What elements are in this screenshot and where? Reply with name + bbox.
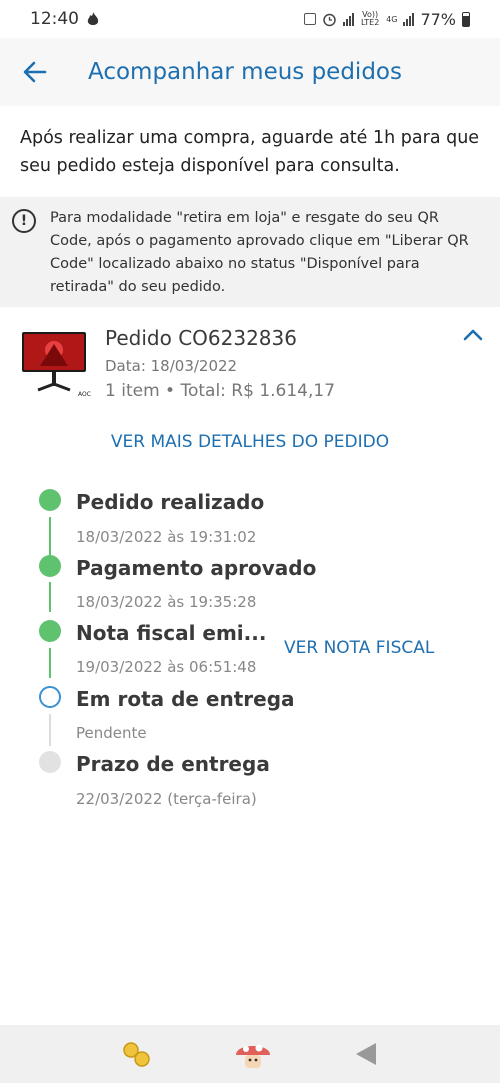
collapse-button[interactable]: [458, 320, 488, 350]
battery-percent: 77%: [420, 9, 456, 29]
timeline-step-title: Em rota de entrega: [76, 687, 295, 711]
back-button[interactable]: [0, 38, 70, 106]
app-bar: Acompanhar meus pedidos: [0, 38, 500, 106]
timeline-connector: [49, 648, 51, 678]
info-notice: ! Para modalidade "retira em loja" e res…: [0, 197, 500, 307]
battery-icon: [462, 11, 470, 27]
monitor-image: AOC: [22, 332, 91, 398]
network-label: Vo)) LTE2: [360, 10, 380, 27]
status-time: 12:40: [30, 9, 79, 29]
status-dot-done: [39, 489, 61, 511]
timeline-connector: [49, 582, 51, 612]
signal-icon: [343, 12, 355, 26]
order-details-link[interactable]: VER MAIS DETALHES DO PEDIDO: [0, 432, 500, 452]
arrow-left-icon: [23, 61, 47, 83]
status-dot-done: [39, 620, 61, 642]
timeline-step-date: 18/03/2022 às 19:35:28: [76, 593, 257, 611]
brand-logo: AOC: [78, 391, 91, 398]
info-icon: !: [12, 209, 36, 233]
status-dot-pending: [39, 751, 61, 773]
notification-icon: [304, 13, 317, 25]
timeline-step-status: Pendente: [76, 724, 147, 742]
mushroom-icon[interactable]: [233, 1037, 273, 1071]
chevron-up-icon: [463, 329, 483, 341]
status-dot-current: [39, 686, 61, 708]
intro-text: Após realizar uma compra, aguarde até 1h…: [20, 128, 480, 176]
timeline-step-date: 18/03/2022 às 19:31:02: [76, 528, 257, 546]
bottom-nav-bar: [0, 1025, 500, 1083]
timeline-connector: [49, 517, 51, 559]
page-title: Acompanhar meus pedidos: [88, 59, 402, 85]
flame-icon: [87, 11, 99, 25]
timeline-step-date: 19/03/2022 às 06:51:48: [76, 658, 257, 676]
status-dot-done: [39, 555, 61, 577]
status-bar: 12:40 Vo)) LTE2 4G 77%: [0, 0, 500, 38]
timeline-step-title: Pedido realizado: [76, 490, 265, 514]
timeline-step-date: 22/03/2022 (terça-feira): [76, 790, 257, 808]
timeline-connector: [49, 714, 51, 746]
notice-text: Para modalidade "retira em loja" e resga…: [50, 210, 469, 295]
view-invoice-link[interactable]: VER NOTA FISCAL: [284, 638, 434, 658]
alarm-icon: [323, 13, 336, 26]
order-date: Data: 18/03/2022: [105, 357, 238, 375]
order-id: Pedido CO6232836: [105, 326, 297, 350]
back-nav-icon[interactable]: [352, 1040, 380, 1068]
network-type: 4G: [386, 14, 398, 24]
timeline-step-title: Pagamento aprovado: [76, 556, 317, 580]
order-summary: 1 item • Total: R$ 1.614,17: [105, 381, 336, 401]
timeline-step-title: Nota fiscal emi...: [76, 621, 267, 645]
timeline-step-title: Prazo de entrega: [76, 752, 270, 776]
product-thumbnail[interactable]: AOC: [20, 330, 92, 398]
coins-icon[interactable]: [120, 1039, 154, 1069]
signal-icon-2: [403, 12, 415, 26]
